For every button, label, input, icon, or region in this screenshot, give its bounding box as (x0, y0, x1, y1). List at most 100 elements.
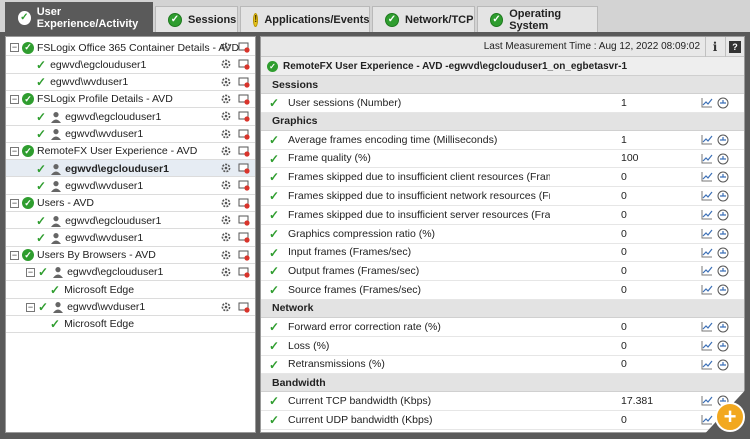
gear-icon[interactable] (220, 41, 232, 53)
graph-icon[interactable] (701, 97, 713, 108)
collapse-icon[interactable]: − (10, 146, 19, 156)
graph-icon[interactable] (701, 228, 713, 239)
graph-icon[interactable] (701, 171, 713, 182)
tree-item[interactable]: ✓ egwvd\egclouduser1 (6, 108, 255, 125)
alarm-icon[interactable] (238, 301, 250, 313)
measure-row: ✓ Frames skipped due to insufficient clie… (261, 168, 744, 188)
check-icon: ✓ (269, 319, 280, 334)
detail-diagnosis-icon[interactable] (717, 265, 729, 277)
component-tree: − ✓ FSLogix Office 365 Container Details -… (5, 36, 256, 433)
collapse-icon[interactable]: − (10, 198, 19, 208)
tree-group[interactable]: − ✓ Users - AVD (6, 195, 255, 212)
gear-icon[interactable] (220, 214, 232, 226)
detail-diagnosis-icon[interactable] (717, 97, 729, 109)
tree-item[interactable]: ✓ egwvd\wvduser1 (6, 177, 255, 194)
graph-icon[interactable] (701, 284, 713, 295)
graph-icon[interactable] (701, 414, 713, 425)
alarm-icon[interactable] (238, 179, 250, 191)
gear-icon[interactable] (220, 76, 232, 88)
tree-group[interactable]: − ✓ Users By Browsers - AVD (6, 247, 255, 264)
gear-icon[interactable] (220, 110, 232, 122)
collapse-icon[interactable]: − (10, 250, 19, 260)
tree-item[interactable]: ✓ egwvd\egclouduser1 (6, 212, 255, 229)
graph-icon[interactable] (701, 209, 713, 220)
info-button[interactable]: i (705, 37, 724, 57)
gear-icon[interactable] (220, 301, 232, 313)
graph-icon[interactable] (701, 359, 713, 370)
help-button[interactable]: ? (725, 37, 744, 57)
detail-diagnosis-icon[interactable] (717, 153, 729, 165)
alarm-icon[interactable] (238, 249, 250, 261)
tree-group[interactable]: − ✓ RemoteFX User Experience - AVD (6, 143, 255, 160)
alarm-icon[interactable] (238, 128, 250, 140)
tree-item[interactable]: ✓ egwvd\egclouduser1 (6, 160, 255, 178)
gear-icon[interactable] (220, 179, 232, 191)
tree-item[interactable]: ✓ egwvd\wvduser1 (6, 126, 255, 143)
alarm-icon[interactable] (238, 145, 250, 157)
alarm-icon[interactable] (238, 76, 250, 88)
gear-icon[interactable] (220, 93, 232, 105)
detail-diagnosis-icon[interactable] (717, 340, 729, 352)
graph-icon[interactable] (701, 190, 713, 201)
tab-applications-events[interactable]: ! Applications/Events (240, 6, 370, 32)
collapse-icon[interactable]: − (26, 302, 35, 312)
detail-diagnosis-icon[interactable] (717, 359, 729, 371)
alarm-icon[interactable] (238, 93, 250, 105)
detail-diagnosis-icon[interactable] (717, 209, 729, 221)
detail-diagnosis-icon[interactable] (717, 190, 729, 202)
graph-icon[interactable] (701, 247, 713, 258)
graph-icon[interactable] (701, 321, 713, 332)
tab-operating-system[interactable]: ✓ Operating System (477, 6, 598, 32)
tree-group[interactable]: − ✓ FSLogix Profile Details - AVD (6, 91, 255, 108)
alarm-icon[interactable] (238, 41, 250, 53)
detail-diagnosis-icon[interactable] (717, 321, 729, 333)
tree-item[interactable]: ✓ egwvd\wvduser1 (6, 229, 255, 246)
tree-item[interactable]: − ✓ egwvd\wvduser1 (6, 299, 255, 316)
add-button[interactable]: + (715, 402, 745, 432)
tree-item[interactable]: ✓ Microsoft Edge (6, 316, 255, 333)
measure-row: ✓ Source frames (Frames/sec) 0 (261, 281, 744, 300)
gear-icon[interactable] (220, 249, 232, 261)
alarm-icon[interactable] (238, 231, 250, 243)
graph-icon[interactable] (701, 153, 713, 164)
gear-icon[interactable] (220, 266, 232, 278)
collapse-icon[interactable]: − (10, 43, 19, 52)
detail-diagnosis-icon[interactable] (717, 247, 729, 259)
measure-name: Current UDP bandwidth (Kbps) (288, 414, 433, 427)
detail-diagnosis-icon[interactable] (717, 171, 729, 183)
alarm-icon[interactable] (238, 214, 250, 226)
alarm-icon[interactable] (238, 266, 250, 278)
graph-icon[interactable] (701, 340, 713, 351)
gear-icon[interactable] (220, 231, 232, 243)
gear-icon[interactable] (220, 197, 232, 209)
gear-icon[interactable] (220, 128, 232, 140)
tree-item[interactable]: ✓ egwvd\egclouduser1 (6, 56, 255, 73)
section-header: Sessions (261, 76, 744, 94)
alarm-icon[interactable] (238, 58, 250, 70)
tab-sessions[interactable]: ✓ Sessions (155, 6, 238, 32)
graph-icon[interactable] (701, 134, 713, 145)
tab-network-tcp[interactable]: ✓ Network/TCP (372, 6, 475, 32)
gear-icon[interactable] (220, 58, 232, 70)
alarm-icon[interactable] (238, 197, 250, 209)
gear-icon[interactable] (220, 145, 232, 157)
alarm-icon[interactable] (238, 110, 250, 122)
tab-label: Operating System (509, 7, 562, 32)
help-icon: ? (729, 41, 741, 53)
graph-icon[interactable] (701, 395, 713, 406)
alarm-icon[interactable] (238, 162, 250, 174)
tree-item[interactable]: ✓ egwvd\wvduser1 (6, 74, 255, 91)
detail-diagnosis-icon[interactable] (717, 284, 729, 296)
measure-value: 0 (621, 227, 627, 240)
tree-group[interactable]: − ✓ FSLogix Office 365 Container Details -… (6, 39, 255, 56)
tab-user-experience-activity[interactable]: ✓ User Experience/Activity (5, 2, 153, 32)
measure-value: 0 (621, 414, 627, 427)
tree-item[interactable]: ✓ Microsoft Edge (6, 281, 255, 298)
detail-diagnosis-icon[interactable] (717, 228, 729, 240)
graph-icon[interactable] (701, 265, 713, 276)
collapse-icon[interactable]: − (26, 267, 35, 277)
tree-item[interactable]: − ✓ egwvd\egclouduser1 (6, 264, 255, 281)
detail-diagnosis-icon[interactable] (717, 134, 729, 146)
gear-icon[interactable] (220, 162, 232, 174)
collapse-icon[interactable]: − (10, 94, 19, 104)
